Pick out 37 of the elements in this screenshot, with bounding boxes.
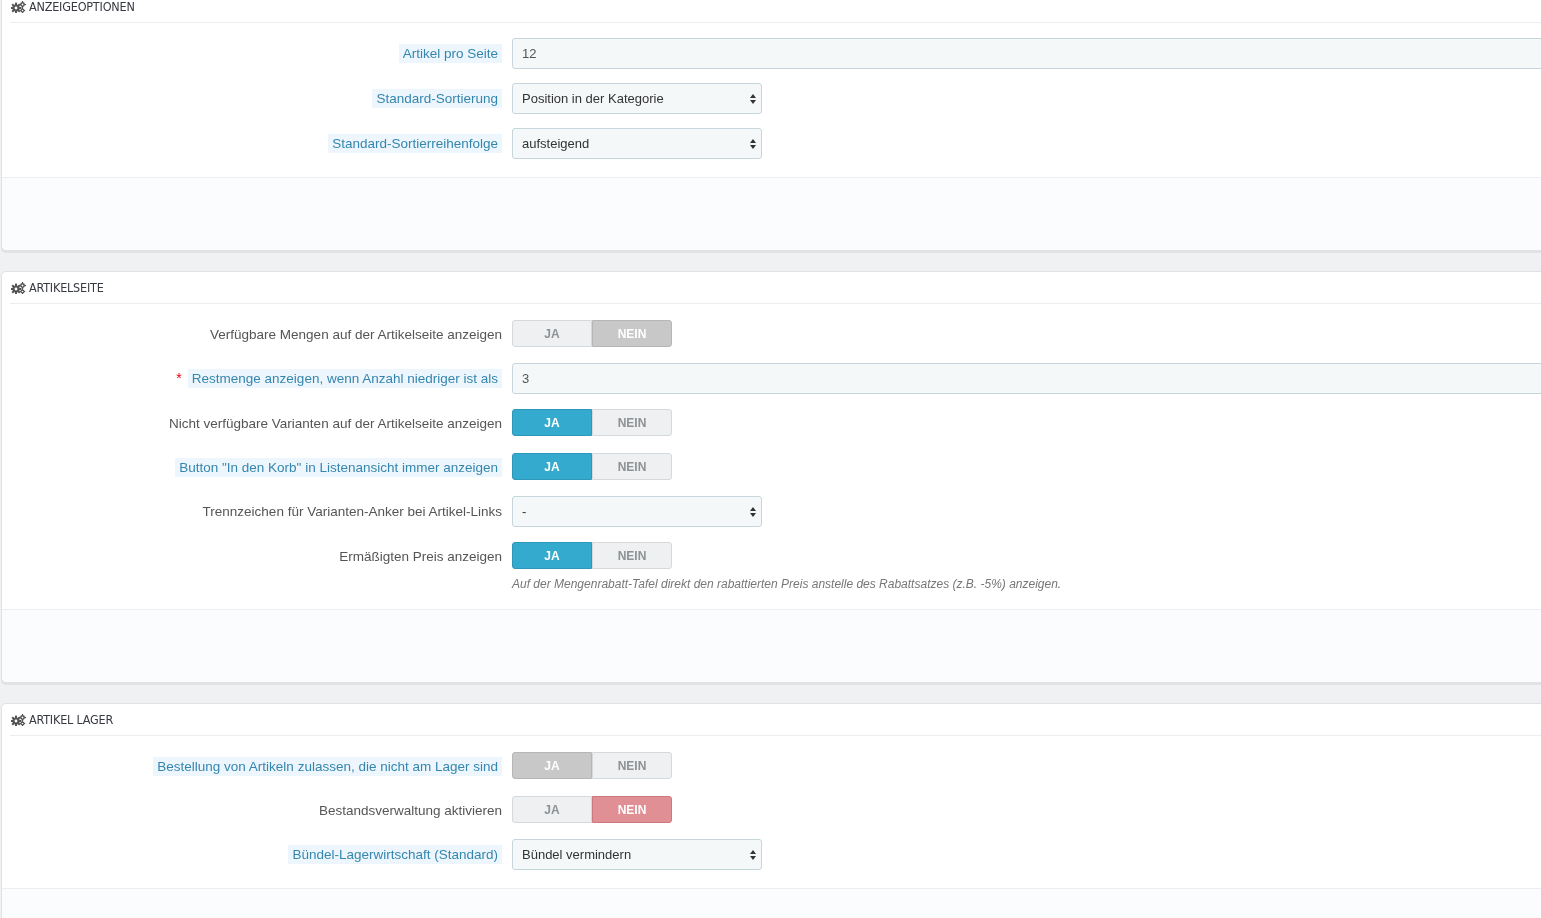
toggle-option[interactable]: NEIN xyxy=(592,796,672,823)
field-label: Button "In den Korb" in Listenansicht immer anzeigen xyxy=(175,457,502,477)
field-label: Bestellung von Artikeln zulassen, die nicht am Lager sind xyxy=(153,756,502,776)
toggle-option[interactable]: NEIN xyxy=(592,542,672,569)
toggle-option[interactable]: JA xyxy=(512,542,592,569)
help-text: Auf der Mengenrabatt-Tafel direkt den rabattierten Preis anstelle des Rabattsatzes (z.B. -5%) anzeigen. xyxy=(512,577,1063,591)
field-label: Verfügbare Mengen auf der Artikelseite anzeigen xyxy=(209,325,502,344)
toggle-option[interactable]: NEIN xyxy=(592,453,672,480)
field-label: Bündel-Lagerwirtschaft (Standard) xyxy=(288,844,502,864)
panel-title: ARTIKEL LAGER xyxy=(29,712,114,727)
sort-arrows-icon xyxy=(750,849,756,860)
select-dropdown[interactable]: Position in der Kategorie xyxy=(512,83,762,114)
field-label: Artikel pro Seite xyxy=(398,43,502,63)
select-dropdown[interactable]: Bündel vermindern xyxy=(512,839,762,870)
select-dropdown[interactable]: aufsteigend xyxy=(512,128,762,159)
sort-arrows-icon xyxy=(750,93,756,104)
toggle-option[interactable]: NEIN xyxy=(592,409,672,436)
sort-arrows-icon xyxy=(750,138,756,149)
field-label: Bestandsverwaltung aktivieren xyxy=(317,801,502,820)
panel-title: ARTIKELSEITE xyxy=(29,280,104,295)
sort-arrows-icon xyxy=(750,506,756,517)
toggle-option[interactable]: JA xyxy=(512,453,592,480)
gears-icon xyxy=(11,713,26,726)
field-label: Restmenge anzeigen, wenn Anzahl niedriger ist als xyxy=(187,368,502,388)
field-label: Standard-Sortierreihenfolge xyxy=(328,133,502,153)
panel-title: ANZEIGEOPTIONEN xyxy=(29,0,135,14)
field-label: Trennzeichen für Varianten-Anker bei Artikel-Links xyxy=(201,502,502,521)
field-label: Ermäßigten Preis anzeigen xyxy=(338,547,502,566)
required-asterisk: * xyxy=(176,370,182,386)
field-label: Standard-Sortierung xyxy=(372,88,502,108)
select-dropdown[interactable]: - xyxy=(512,496,762,527)
field-label: Nicht verfügbare Varianten auf der Artikelseite anzeigen xyxy=(168,414,502,433)
gears-icon xyxy=(11,281,26,294)
text-field[interactable]: 12 xyxy=(512,38,1541,69)
text-field[interactable]: 3 xyxy=(512,363,1541,394)
toggle-option[interactable]: JA xyxy=(512,796,592,823)
toggle-option[interactable]: JA xyxy=(512,409,592,436)
